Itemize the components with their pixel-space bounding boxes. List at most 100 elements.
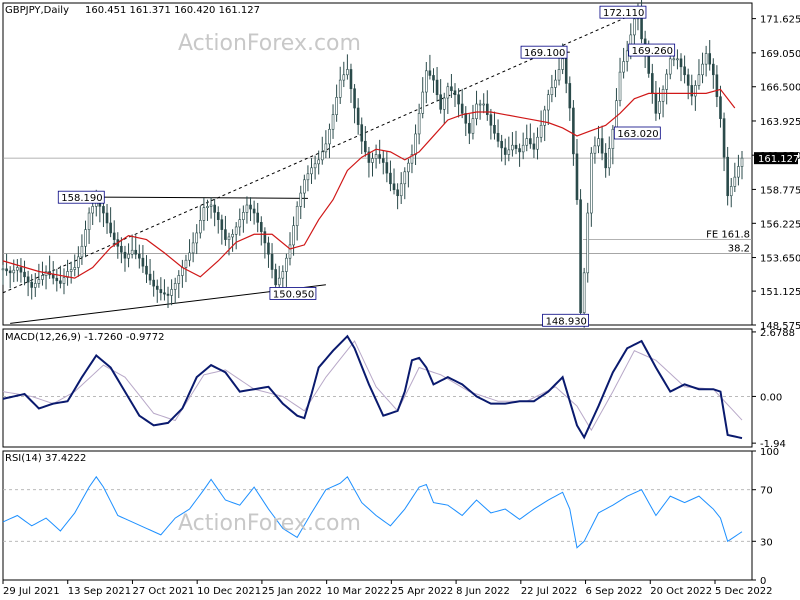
- candle-body: [450, 86, 453, 92]
- candle-body: [493, 124, 496, 134]
- candle-body: [5, 268, 8, 272]
- x-tick-label: 20 Oct 2022: [650, 586, 712, 597]
- candle-body: [564, 58, 568, 84]
- candle-body: [141, 257, 145, 267]
- candle-body: [37, 279, 41, 284]
- candle-body: [539, 124, 543, 138]
- candle-body: [647, 55, 651, 74]
- candle-body: [188, 252, 191, 261]
- candle-body: [582, 272, 586, 314]
- candle-body: [356, 107, 360, 125]
- candle-body: [238, 219, 242, 228]
- candle-body: [213, 204, 216, 213]
- current-price-label: 161.127: [758, 154, 799, 165]
- candle-body: [460, 103, 464, 114]
- candle-body: [295, 206, 299, 226]
- x-tick-label: 6 Sep 2022: [586, 586, 643, 597]
- candle-body: [529, 138, 532, 145]
- candle-body: [403, 171, 407, 185]
- candle-body: [152, 279, 155, 287]
- gbpjpy-daily-chart: 171.625169.050166.500163.925161.350158.7…: [0, 0, 800, 600]
- candle-body: [184, 259, 188, 268]
- candle-body: [220, 219, 224, 230]
- candle-body: [378, 154, 381, 159]
- candle-body: [690, 85, 694, 97]
- candle-body: [342, 74, 346, 81]
- candle-body: [489, 114, 493, 126]
- candle-body: [91, 206, 94, 214]
- candle-body: [475, 103, 478, 119]
- candle-body: [446, 86, 450, 99]
- x-tick-label: 22 Jul 2022: [521, 586, 578, 597]
- candle-body: [654, 93, 658, 114]
- candle-body: [51, 274, 55, 279]
- candle-body: [120, 245, 123, 253]
- y-tick-label: 166.500: [760, 83, 800, 94]
- x-tick-label: 5 Dec 2022: [715, 586, 773, 597]
- x-tick-label: 10 Mar 2022: [327, 586, 390, 597]
- candle-body: [102, 206, 105, 214]
- candle-body: [625, 50, 629, 62]
- candle-body: [353, 88, 356, 109]
- candle-body: [195, 232, 199, 244]
- candle-body: [428, 70, 432, 76]
- candle-body: [285, 257, 288, 272]
- candle-body: [633, 18, 636, 36]
- candle-body: [69, 269, 73, 272]
- candle-body: [471, 118, 475, 134]
- candle-body: [26, 276, 30, 283]
- candle-body: [385, 162, 389, 174]
- candle-body: [457, 94, 460, 105]
- candle-body: [482, 103, 486, 106]
- candle-body: [224, 229, 227, 240]
- candle-body: [328, 128, 331, 145]
- candle-body: [252, 208, 256, 214]
- candle-body: [686, 74, 690, 86]
- candle-body: [130, 249, 134, 255]
- candle-body: [536, 136, 539, 150]
- candle-body: [80, 245, 84, 258]
- candle-body: [715, 74, 719, 98]
- candle-body: [303, 179, 306, 194]
- candle-body: [442, 97, 446, 110]
- candle-body: [274, 269, 277, 286]
- candle-body: [227, 236, 231, 240]
- candle-body: [30, 281, 33, 288]
- candle-body: [145, 265, 148, 275]
- fib-label: 38.2: [728, 244, 750, 255]
- candle-body: [310, 167, 313, 175]
- candle-body: [421, 91, 425, 114]
- candle-body: [59, 280, 62, 284]
- annotation-label: 169.100: [524, 48, 565, 59]
- annotation-label: 148.930: [546, 316, 587, 327]
- candle-body: [277, 277, 281, 286]
- price-annotation: 169.260: [628, 43, 676, 57]
- candle-body: [453, 90, 457, 96]
- chart-background: [0, 0, 800, 600]
- candle-body: [292, 225, 295, 246]
- candle-body: [561, 58, 564, 70]
- candle-body: [148, 273, 152, 281]
- candle-body: [84, 229, 87, 247]
- candle-body: [159, 289, 163, 294]
- candle-body: [281, 271, 285, 279]
- y-tick-label: 156.225: [760, 219, 800, 230]
- price-annotation: 172.110: [599, 5, 647, 19]
- candle-body: [155, 285, 159, 290]
- x-tick-label: 8 Jun 2022: [456, 586, 510, 597]
- annotation-label: 169.260: [632, 46, 673, 57]
- x-tick-label: 29 Jul 2021: [3, 586, 60, 597]
- candle-body: [181, 267, 184, 276]
- candle-body: [324, 143, 328, 153]
- candle-body: [12, 269, 16, 274]
- candle-body: [572, 107, 575, 155]
- candle-body: [216, 212, 220, 220]
- macd-tick-label: 2.6788: [760, 328, 795, 339]
- candle-body: [586, 212, 590, 274]
- candle-body: [729, 186, 733, 197]
- candle-body: [346, 69, 349, 76]
- candle-body: [320, 151, 324, 161]
- candle-body: [392, 183, 396, 191]
- candle-body: [651, 73, 654, 94]
- candle-body: [234, 226, 238, 235]
